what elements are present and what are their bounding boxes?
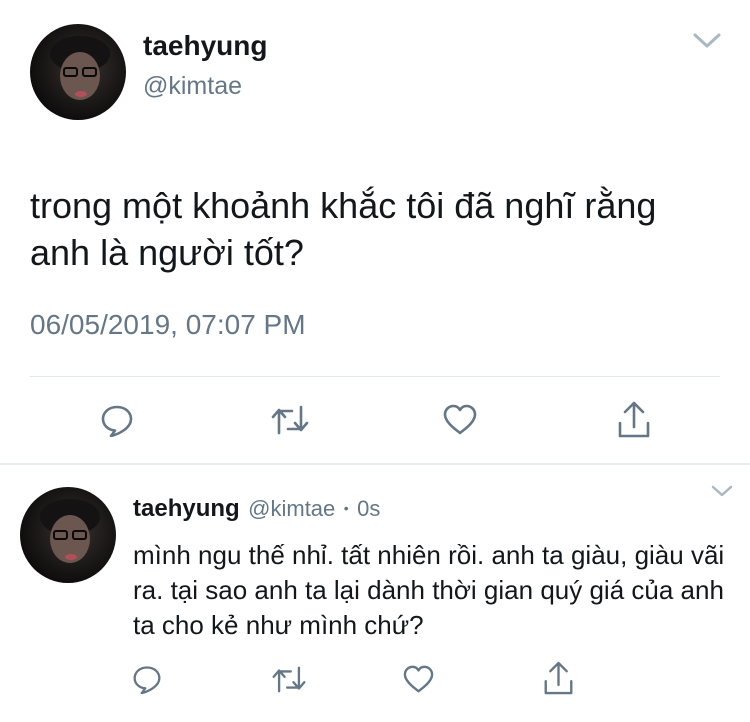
reply-icon[interactable] <box>100 403 134 437</box>
display-name[interactable]: taehyung <box>143 30 267 62</box>
avatar[interactable] <box>30 24 126 120</box>
reply-icon[interactable] <box>132 664 162 694</box>
divider <box>30 376 720 377</box>
share-icon[interactable] <box>617 401 651 439</box>
heart-icon[interactable] <box>443 404 477 436</box>
tweet-time[interactable]: 0s <box>357 496 380 521</box>
display-name[interactable]: taehyung <box>133 495 240 522</box>
chevron-down-icon[interactable] <box>692 30 722 50</box>
chevron-down-icon[interactable] <box>710 484 734 498</box>
tweet-text: mình ngu thế nhỉ. tất nhiên rồi. anh ta … <box>133 540 725 640</box>
section-divider <box>0 463 750 465</box>
user-handle[interactable]: @kimtae <box>248 496 335 521</box>
tweet-timestamp[interactable]: 06/05/2019, 07:07 PM <box>30 309 306 341</box>
retweet-icon[interactable] <box>270 404 310 436</box>
user-handle[interactable]: @kimtae <box>143 72 242 101</box>
retweet-icon[interactable] <box>271 665 307 694</box>
avatar[interactable] <box>20 487 116 583</box>
meta-separator: • <box>343 500 349 516</box>
heart-icon[interactable] <box>403 665 434 694</box>
tweet-text: trong một khoảnh khắc tôi đã nghĩ rằng a… <box>30 185 657 273</box>
reply-header: taehyung @kimtae • 0s <box>133 495 380 523</box>
share-icon[interactable] <box>543 661 574 696</box>
